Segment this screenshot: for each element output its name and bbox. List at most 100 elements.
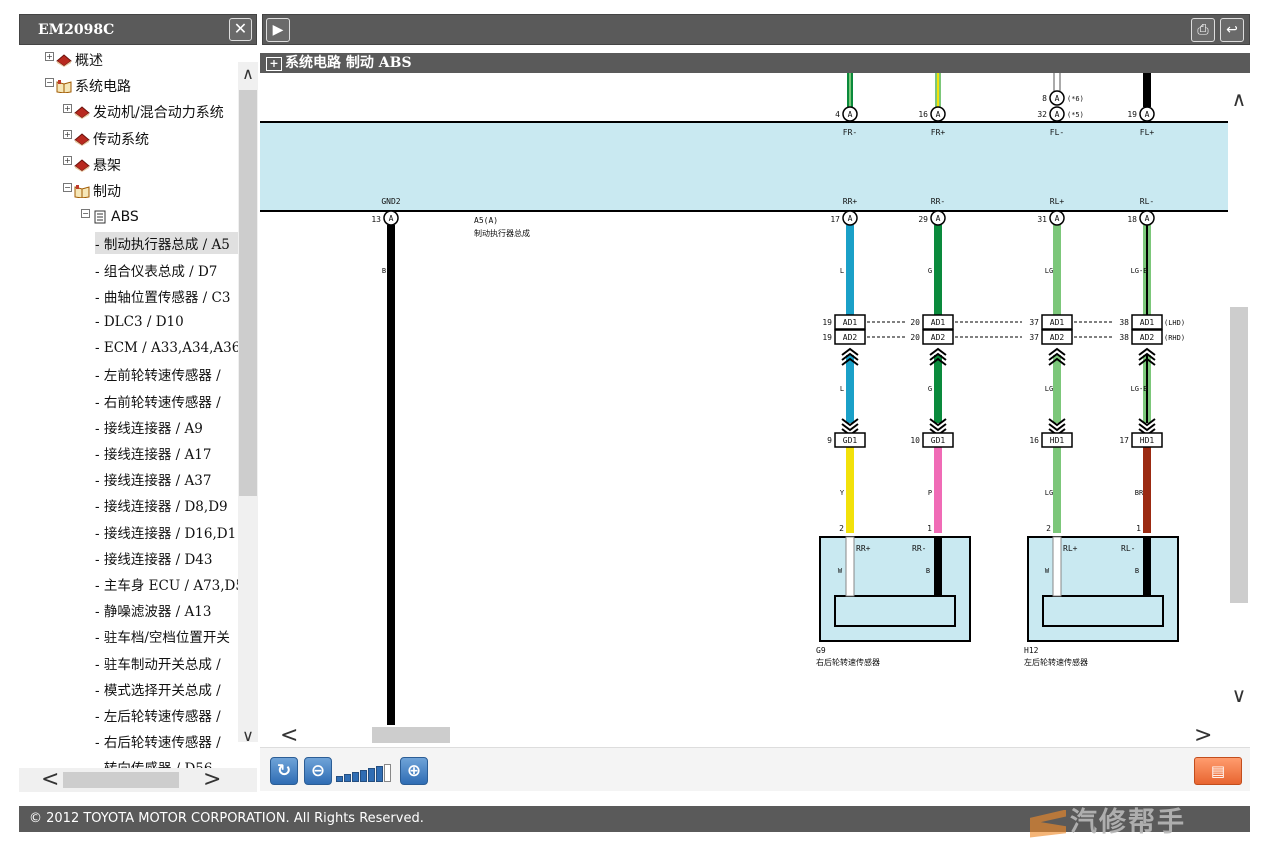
- tree-item[interactable]: - 主车身 ECU / A73,D5: [95, 573, 244, 595]
- tree-item-label: - 接线连接器 / D16,D1: [95, 525, 237, 542]
- collapse-icon[interactable]: −: [63, 182, 72, 192]
- ecu-reference: A5(A): [474, 216, 498, 225]
- diagram-scroll-right-icon[interactable]: >: [1194, 723, 1212, 748]
- tree-item[interactable]: - 制动执行器总成 / A5: [95, 232, 257, 255]
- wiring-diagram[interactable]: A 4 FR- A 16 FR+ A 32 FL- A 8 (*6) (*5) A 19 FL+ GND2 13 R…: [260, 73, 1228, 725]
- diagram-hscroll-thumb[interactable]: [372, 727, 450, 743]
- diagram-vscroll-thumb[interactable]: [1230, 307, 1248, 603]
- tree-item-label: - 驻车档/空档位置开关: [95, 630, 230, 647]
- expand-icon[interactable]: +: [63, 156, 72, 166]
- ecu-bottom-signal: GND2: [381, 197, 400, 206]
- tree-item-label: - 右前轮转速传感器 /: [95, 394, 221, 411]
- tree-item[interactable]: - 组合仪表总成 / D7: [95, 259, 217, 281]
- ecu-bottom-pin-number: 29: [918, 215, 928, 224]
- tree-item[interactable]: + 概述: [45, 49, 103, 71]
- diagram-scroll-down-icon[interactable]: ∨: [1228, 683, 1250, 707]
- tree-item[interactable]: - 接线连接器 / A37: [95, 468, 211, 490]
- zoom-in-button[interactable]: ⊕: [400, 757, 428, 785]
- tree-item[interactable]: - 模式选择开关总成 /: [95, 678, 221, 700]
- tree-item[interactable]: - 接线连接器 / D16,D1: [95, 521, 236, 543]
- tree-item[interactable]: - 接线连接器 / A17: [95, 442, 211, 464]
- breadcrumb-text: 系统电路 制动 ABS: [285, 55, 412, 71]
- tree-item[interactable]: - 右后轮转速传感器 /: [95, 730, 221, 752]
- zoom-level-indicator[interactable]: [336, 762, 391, 782]
- print-button[interactable]: ⎙: [1191, 18, 1215, 42]
- expand-icon[interactable]: +: [45, 51, 54, 61]
- refresh-button[interactable]: ↻: [270, 757, 298, 785]
- diagram-horizontal-scrollbar[interactable]: < >: [260, 723, 1250, 748]
- tree-item[interactable]: - 接线连接器 / D43: [95, 547, 213, 569]
- watermark-logo: 汽修帮手: [1030, 800, 1186, 840]
- tree-vertical-scrollbar[interactable]: ∧ ∨: [238, 62, 258, 745]
- close-icon: ✕: [233, 19, 248, 38]
- return-button[interactable]: ↩: [1220, 18, 1244, 42]
- tree-item[interactable]: - 左前轮转速传感器 /: [95, 363, 221, 385]
- zoom-step[interactable]: [376, 766, 383, 782]
- close-tree-button[interactable]: ✕: [229, 18, 252, 41]
- tree-item[interactable]: − 系统电路: [45, 75, 131, 97]
- tree-scroll-thumb[interactable]: [239, 90, 257, 496]
- tree-horizontal-scrollbar[interactable]: < >: [19, 768, 257, 792]
- zoom-out-button[interactable]: ⊖: [304, 757, 332, 785]
- diagram-vertical-scrollbar[interactable]: ∧ ∨: [1228, 73, 1250, 725]
- ecu-bottom-pin-label: A: [389, 214, 394, 223]
- book-icon: [74, 132, 90, 146]
- tree-item[interactable]: - 驻车制动开关总成 /: [95, 652, 221, 674]
- scroll-left-icon[interactable]: <: [41, 768, 59, 792]
- expand-icon[interactable]: +: [63, 130, 72, 140]
- expand-icon[interactable]: +: [63, 103, 72, 113]
- tree-item-label: - 静噪滤波器 / A13: [95, 604, 212, 621]
- zoom-toolbar: ↻ ⊖ ⊕ ▤: [260, 747, 1250, 791]
- expand-panel-button[interactable]: ▶: [266, 18, 290, 42]
- scroll-right-icon[interactable]: >: [203, 768, 221, 792]
- zoom-step[interactable]: [344, 774, 351, 782]
- zoom-step[interactable]: [368, 768, 375, 782]
- tree-item[interactable]: + 传动系统: [63, 128, 149, 150]
- tree-item[interactable]: - 驻车档/空档位置开关: [95, 625, 230, 647]
- tree-item[interactable]: - 曲轴位置传感器 / C3: [95, 285, 230, 307]
- inline-connector-pin: 20: [910, 318, 920, 327]
- inline-connector-note: (LHD): [1164, 319, 1185, 327]
- scroll-up-icon[interactable]: ∧: [238, 64, 258, 83]
- tree-item-label: - 模式选择开关总成 /: [95, 682, 221, 699]
- junction-pin: 16: [1029, 436, 1039, 445]
- tree-item[interactable]: - 左后轮转速传感器 /: [95, 704, 221, 726]
- tree-hscroll-thumb[interactable]: [63, 772, 179, 788]
- wire-code: BR: [1135, 489, 1144, 497]
- scroll-down-icon[interactable]: ∨: [238, 726, 258, 745]
- tree-item-label: - 接线连接器 / A17: [95, 447, 212, 463]
- tree-item[interactable]: − 制动: [63, 180, 121, 202]
- copyright-text: © 2012 TOYOTA MOTOR CORPORATION. All Rig…: [29, 811, 424, 826]
- zoom-step[interactable]: [384, 764, 391, 782]
- zoom-step[interactable]: [360, 770, 367, 782]
- tree-item[interactable]: − ABS: [81, 206, 139, 228]
- tree-item[interactable]: - 静噪滤波器 / A13: [95, 599, 211, 621]
- wire-code: LG: [1045, 267, 1053, 275]
- inline-connector-pin: 37: [1029, 333, 1039, 342]
- sensor-wire-code: B: [926, 567, 930, 575]
- zoom-step[interactable]: [336, 776, 343, 782]
- tree-item[interactable]: + 悬架: [63, 154, 121, 176]
- diagram-scroll-left-icon[interactable]: <: [280, 723, 298, 748]
- collapse-icon[interactable]: −: [81, 208, 90, 218]
- tree-item[interactable]: - 接线连接器 / A9: [95, 416, 203, 438]
- tree-item[interactable]: + 发动机/混合动力系统: [63, 101, 224, 123]
- navigation-tree: + 概述 − 系统电路 + 发动机/混合动力系统 + 传动系统 + 悬架 − 制动 − ABS - 制动执行…: [19, 48, 257, 770]
- sensor-reference: G9: [816, 646, 826, 655]
- tree-item[interactable]: - 右前轮转速传感器 /: [95, 390, 221, 412]
- tree-item[interactable]: - DLC3 / D10: [95, 311, 184, 333]
- breadcrumb-expand-icon[interactable]: +: [266, 57, 282, 71]
- tree-item[interactable]: - 接线连接器 / D8,D9: [95, 494, 228, 516]
- zoom-step[interactable]: [352, 772, 359, 782]
- notes-button[interactable]: ▤: [1194, 757, 1242, 785]
- diagram-scroll-up-icon[interactable]: ∧: [1228, 87, 1250, 111]
- tree-item[interactable]: - ECM / A33,A34,A36: [95, 337, 240, 359]
- ecu-top-signal: FL+: [1140, 128, 1155, 137]
- ecu-bottom-pin-label: A: [1145, 214, 1150, 223]
- tree-item-label: 悬架: [93, 157, 121, 174]
- book-icon: [56, 54, 72, 67]
- junction-pin: 17: [1119, 436, 1129, 445]
- collapse-icon[interactable]: −: [45, 77, 54, 87]
- ecu-top-pin-alt-number: 8: [1042, 94, 1047, 103]
- tree-item-label: 概述: [75, 53, 103, 69]
